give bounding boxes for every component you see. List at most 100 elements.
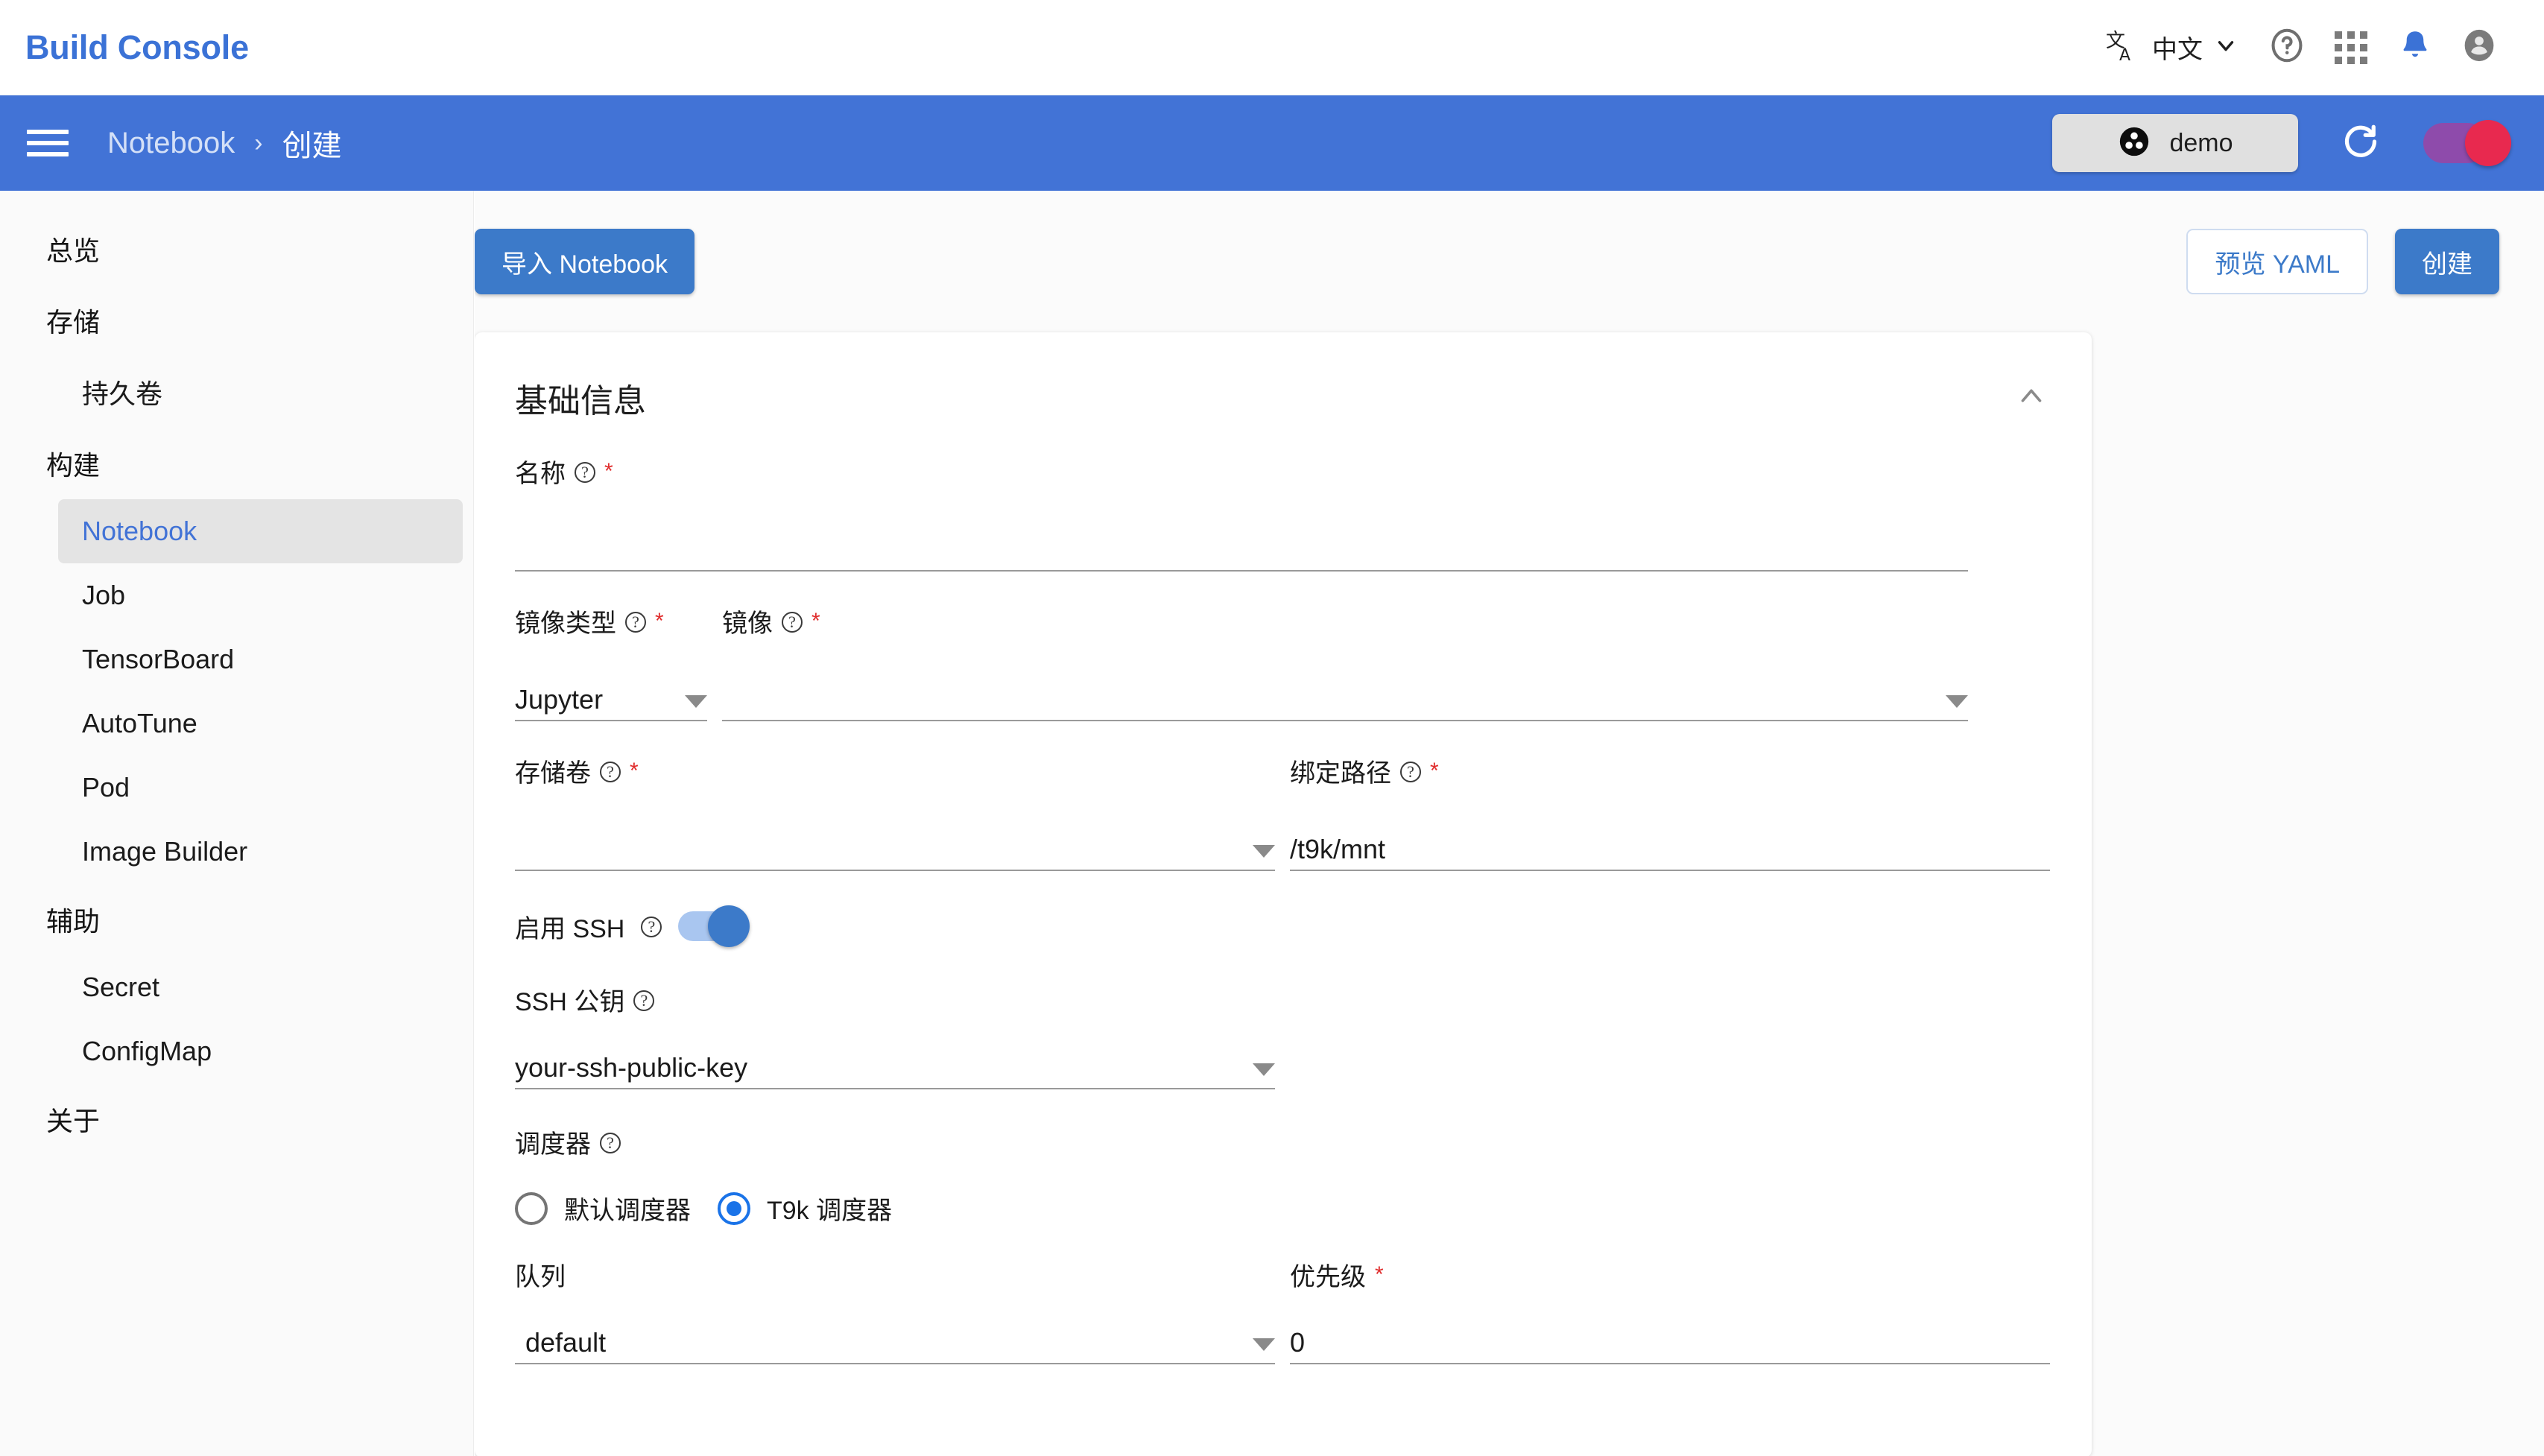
sidebar-item-job[interactable]: Job [58, 563, 463, 627]
refresh-button[interactable] [2337, 119, 2385, 167]
queue-value: default [525, 1327, 607, 1358]
sidebar-item-label: 持久卷 [82, 379, 163, 409]
volume-select[interactable] [515, 829, 1275, 871]
preview-yaml-button[interactable]: 预览 YAML [2186, 229, 2368, 294]
sidebar-item-label: Pod [82, 772, 130, 803]
scheduler-label-group: 调度器 ? [515, 1124, 1275, 1160]
help-circle-icon[interactable]: ? [600, 1132, 621, 1153]
app-bar-actions: 文 A 中文 [2089, 0, 2511, 95]
scheduler-label: 调度器 [515, 1130, 591, 1159]
volume-label: 存储卷 [515, 759, 591, 788]
sidebar-item-label: 辅助 [46, 906, 101, 937]
name-label: 名称 [515, 460, 566, 488]
scheduler-option[interactable]: 默认调度器 [515, 1190, 691, 1226]
import-notebook-button[interactable]: 导入 Notebook [475, 229, 694, 294]
sidebar-item-label: Secret [82, 972, 160, 1002]
required-asterisk: * [630, 758, 639, 783]
sidebar-item-secret[interactable]: Secret [58, 955, 463, 1019]
scheduler-field: 调度器 ? 默认调度器 T9k 调度器 [515, 1124, 1275, 1226]
sidebar-item-label: ConfigMap [82, 1036, 212, 1066]
scheduler-radio-group: 默认调度器 T9k 调度器 [515, 1190, 1275, 1226]
image-type-select[interactable]: Jupyter [515, 680, 707, 721]
help-circle-icon[interactable]: ? [782, 611, 803, 633]
sidebar-item-tensorboard[interactable]: TensorBoard [58, 627, 463, 691]
radio-circle-icon [515, 1191, 548, 1225]
image-type-label: 镜像类型 [515, 610, 616, 638]
help-circle-icon[interactable]: ? [625, 611, 646, 633]
project-selector-chip[interactable]: demo [2052, 114, 2298, 172]
volume-field: 存储卷 ? * [515, 753, 1275, 871]
help-circle-icon [2267, 25, 2307, 69]
image-select[interactable] [722, 680, 1968, 721]
breadcrumb-item-notebook[interactable]: Notebook [107, 127, 235, 160]
svg-text:A: A [2119, 46, 2130, 63]
ssh-enable-toggle[interactable] [678, 905, 750, 947]
sidebar-item-configmap[interactable]: ConfigMap [58, 1019, 463, 1083]
sidebar-item-notebook[interactable]: Notebook [58, 499, 463, 563]
help-circle-icon[interactable]: ? [600, 761, 621, 782]
image-label: 镜像 [722, 610, 773, 638]
required-asterisk: * [1430, 758, 1439, 783]
sidebar-item-关于: 关于 [0, 1083, 473, 1155]
user-badge-icon[interactable] [2423, 120, 2511, 166]
mount-path-value: /t9k/mnt [1290, 834, 1386, 864]
priority-label: 优先级 [1290, 1263, 1366, 1291]
scheduler-option-label: 默认调度器 [564, 1197, 691, 1225]
sidebar-item-label: 关于 [46, 1106, 101, 1136]
priority-field: 优先级 * 0 [1290, 1256, 2050, 1364]
help-circle-icon[interactable]: ? [633, 990, 655, 1011]
account-circle-icon [2459, 25, 2499, 69]
hamburger-menu-icon[interactable] [27, 123, 69, 163]
help-circle-icon[interactable]: ? [575, 461, 595, 483]
volume-row: 存储卷 ? * 绑定路径 ? * /t9k/mnt [515, 753, 2051, 871]
chevron-down-icon [1253, 1338, 1275, 1351]
sidebar-item-autotune[interactable]: AutoTune [58, 691, 463, 756]
sidebar-item-总览: 总览 [0, 213, 473, 285]
queue-field: 队列 default [515, 1256, 1275, 1364]
mount-path-input[interactable]: /t9k/mnt [1290, 829, 2050, 871]
sidebar-item-label: 总览 [46, 235, 101, 266]
chevron-down-icon [1946, 695, 1968, 708]
create-button[interactable]: 创建 [2395, 229, 2499, 294]
breadcrumb: Notebook › 创建 [107, 121, 342, 165]
refresh-icon [2338, 119, 2383, 168]
ssh-key-label: SSH 公钥 [515, 988, 625, 1016]
sidebar-item-持久卷[interactable]: 持久卷 [58, 356, 463, 428]
mount-path-label-group: 绑定路径 ? * [1290, 753, 2050, 789]
chevron-down-icon [1253, 1063, 1275, 1076]
help-circle-icon[interactable]: ? [641, 917, 662, 937]
card-body: 名称 ? * 镜像类型 ? * Jupyter 镜像 ? * 存储卷 ? * 绑… [475, 422, 2092, 1394]
app-bar: Build Console 文 A 中文 [0, 0, 2544, 95]
project-name-label: demo [2169, 128, 2233, 157]
collapse-section-button[interactable] [2011, 378, 2051, 418]
language-switcher[interactable]: 文 A 中文 [2089, 0, 2255, 95]
account-button[interactable] [2447, 0, 2511, 95]
required-asterisk: * [604, 458, 613, 484]
chevron-down-icon [2213, 33, 2238, 62]
name-field: 名称 ? * [515, 453, 1968, 572]
help-button[interactable] [2255, 0, 2319, 95]
apps-button[interactable] [2319, 0, 2383, 95]
ssh-key-label-group: SSH 公钥 ? [515, 981, 1275, 1018]
priority-input[interactable]: 0 [1290, 1323, 2050, 1364]
ssh-key-select[interactable]: your-ssh-public-key [515, 1048, 1275, 1089]
priority-value: 0 [1290, 1327, 1306, 1358]
sidebar: 总览 存储 持久卷 构建 Notebook Job TensorBoard AutoTune P… [0, 191, 474, 1456]
sidebar-item-image-builder[interactable]: Image Builder [58, 820, 463, 884]
page-toolbar: 导入 Notebook 预览 YAML 创建 [475, 191, 2544, 332]
language-label: 中文 [2152, 36, 2203, 64]
apps-grid-icon [2335, 31, 2367, 64]
name-input[interactable] [515, 530, 1968, 572]
sidebar-item-label: 构建 [46, 450, 101, 481]
scheduler-option[interactable]: T9k 调度器 [718, 1190, 892, 1226]
queue-select[interactable]: default [515, 1323, 1275, 1364]
toolbar-right-actions: 预览 YAML 创建 [2186, 229, 2499, 294]
scheduler-row: 调度器 ? 默认调度器 T9k 调度器 [515, 1124, 2051, 1226]
sidebar-item-label: Image Builder [82, 836, 248, 867]
image-type-value: Jupyter [515, 684, 604, 715]
card-header: 基础信息 [475, 332, 2092, 422]
sidebar-item-pod[interactable]: Pod [58, 756, 463, 820]
sidebar-item-label: AutoTune [82, 708, 197, 738]
help-circle-icon[interactable]: ? [1400, 761, 1421, 782]
notifications-button[interactable] [2383, 0, 2447, 95]
